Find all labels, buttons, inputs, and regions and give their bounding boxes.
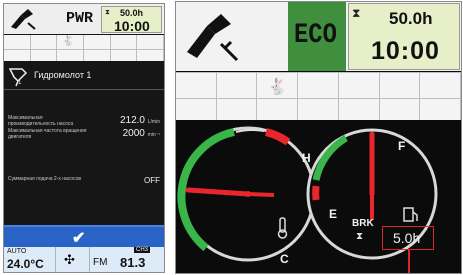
climate-control[interactable]: AUTO 24.0°C bbox=[4, 247, 56, 272]
breaker-hammer-icon bbox=[11, 9, 36, 30]
hourglass-icon: ⧗ bbox=[105, 9, 110, 16]
param-label: Максимальная производительность насоса bbox=[8, 115, 74, 127]
fan-icon-cell[interactable]: ✣ bbox=[56, 247, 90, 272]
param-value: 2000 min⁻¹ bbox=[122, 128, 160, 139]
indicator-slot bbox=[420, 99, 461, 120]
clock-time: 10:00 bbox=[114, 18, 150, 34]
left-indicator-row-2 bbox=[4, 49, 164, 61]
left-monitor-screen: PWR ⧗ 50.0h 10:00 🐇 1 Гидромолот 1 Макси… bbox=[3, 3, 165, 273]
radio-control[interactable]: FM CH3 81.3 bbox=[90, 247, 164, 272]
power-mode-indicator: PWR bbox=[66, 10, 94, 27]
radio-band: FM bbox=[93, 257, 108, 268]
indicator-slot bbox=[84, 50, 111, 61]
hour-meter: 50.0h bbox=[389, 9, 433, 28]
indicator-slot bbox=[339, 73, 380, 99]
eco-mode-indicator: ECO bbox=[288, 2, 346, 71]
clock-time: 10:00 bbox=[371, 37, 440, 65]
fan-icon: ✣ bbox=[64, 252, 75, 267]
indicator-slot bbox=[4, 50, 31, 61]
breaker-hour-meter: 5.0h bbox=[382, 226, 434, 250]
param-pump-combine: Суммарная подача 2-х насосов OFF bbox=[8, 176, 160, 185]
fuel-empty-label: E bbox=[329, 207, 337, 221]
left-bottom-bar: AUTO 24.0°C ✣ FM CH3 81.3 bbox=[4, 247, 164, 272]
param-pump-flow: Максимальная производительность насоса 2… bbox=[8, 115, 160, 127]
climate-mode: AUTO bbox=[7, 248, 27, 255]
indicator-slot bbox=[31, 35, 58, 49]
indicator-slot: 🐇 bbox=[57, 35, 85, 49]
param-value: OFF bbox=[144, 176, 160, 185]
left-top-bar: PWR ⧗ 50.0h 10:00 bbox=[4, 4, 164, 34]
radio-frequency: 81.3 bbox=[120, 255, 146, 270]
coolant-high-label: H bbox=[302, 151, 311, 165]
indicator-slot bbox=[420, 73, 461, 99]
param-value: 212.0 L/min bbox=[119, 115, 160, 126]
indicator-slot bbox=[298, 99, 339, 120]
indicator-slot bbox=[111, 35, 138, 49]
hour-meter: 50.0h bbox=[120, 8, 144, 18]
indicator-slot bbox=[137, 50, 164, 61]
left-indicator-row: 🐇 bbox=[4, 35, 164, 49]
left-clock-panel: ⧗ 50.0h 10:00 bbox=[101, 6, 162, 34]
indicator-slot bbox=[111, 50, 138, 61]
indicator-slot bbox=[339, 99, 380, 120]
param-label: Максимальная частота вращения двигателя bbox=[8, 128, 87, 140]
param-engine-speed: Максимальная частота вращения двигателя … bbox=[8, 128, 160, 140]
indicator-slot bbox=[137, 35, 164, 49]
hourglass-icon: ⧗ bbox=[356, 231, 364, 242]
breaker-label: BRK bbox=[352, 218, 374, 229]
indicator-slot: 🐇 bbox=[257, 73, 299, 99]
gauge-cluster: H C F E bbox=[177, 126, 438, 266]
attachment-mode-header[interactable]: 1 Гидромолот 1 bbox=[4, 62, 164, 90]
rabbit-speed-icon: 🐇 bbox=[62, 36, 75, 47]
indicator-slot bbox=[4, 35, 31, 49]
attachment-name: Гидромолот 1 bbox=[34, 70, 92, 80]
eco-mode-label: ECO bbox=[294, 20, 337, 51]
right-monitor-screen: ECO ⧗ 50.0h 10:00 🐇 H C F E BRK ⧗ 5.0h bbox=[175, 1, 462, 274]
fuel-full-label: F bbox=[398, 139, 405, 153]
attachment-number: 1 bbox=[18, 80, 22, 86]
right-indicator-row: 🐇 bbox=[176, 72, 461, 99]
callout-pointer bbox=[408, 250, 410, 273]
right-clock-panel: ⧗ 50.0h 10:00 bbox=[348, 3, 460, 70]
indicator-slot bbox=[217, 99, 258, 120]
indicator-slot bbox=[176, 99, 217, 120]
radio-channel: CH3 bbox=[134, 247, 151, 253]
right-top-bar: ECO ⧗ 50.0h 10:00 bbox=[176, 2, 461, 71]
coolant-temp-gauge bbox=[177, 126, 316, 262]
indicator-slot bbox=[380, 99, 421, 120]
rabbit-speed-icon: 🐇 bbox=[267, 79, 288, 96]
indicator-slot bbox=[84, 35, 111, 49]
hourglass-icon: ⧗ bbox=[352, 6, 361, 20]
checkmark-icon: ✔ bbox=[72, 230, 86, 247]
param-label: Суммарная подача 2-х насосов bbox=[8, 176, 82, 182]
indicator-slot bbox=[298, 73, 339, 99]
indicator-slot bbox=[31, 50, 58, 61]
indicator-slot bbox=[380, 73, 421, 99]
breaker-hours-value: 5.0h bbox=[393, 230, 421, 246]
cabin-temperature: 24.0°C bbox=[7, 257, 44, 271]
indicator-slot bbox=[217, 73, 258, 99]
indicator-slot bbox=[176, 73, 217, 99]
coolant-low-label: C bbox=[280, 252, 289, 266]
breaker-hammer-icon bbox=[187, 14, 239, 62]
indicator-slot bbox=[57, 50, 85, 61]
indicator-slot bbox=[257, 99, 299, 120]
right-indicator-row-2 bbox=[176, 98, 461, 120]
confirm-button[interactable]: ✔ bbox=[4, 225, 164, 247]
